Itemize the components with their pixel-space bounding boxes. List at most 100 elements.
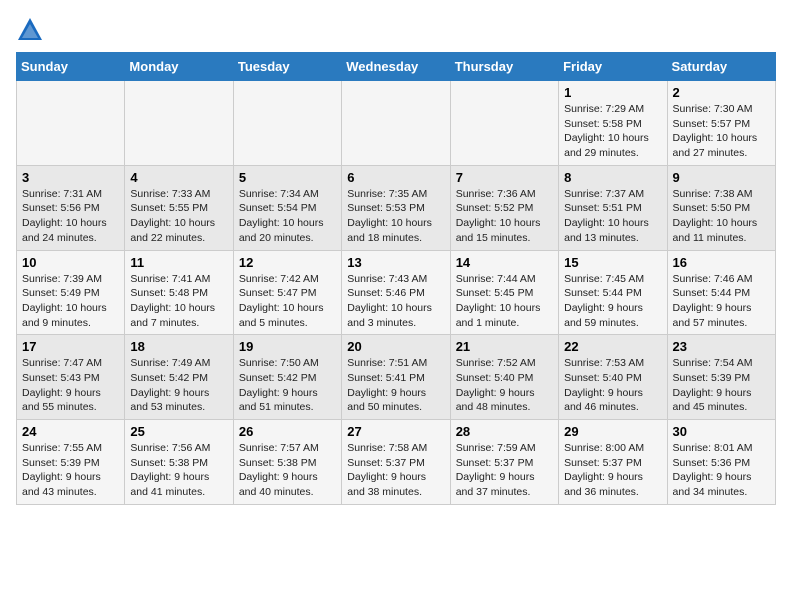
calendar-day-cell: [17, 81, 125, 166]
day-number: 15: [564, 255, 661, 270]
day-number: 24: [22, 424, 119, 439]
calendar-day-cell: 18 Sunrise: 7:49 AM Sunset: 5:42 PM Dayli…: [125, 335, 233, 420]
day-number: 23: [673, 339, 770, 354]
calendar-day-cell: 9Sunrise: 7:38 AM Sunset: 5:50 PM Daylig…: [667, 165, 775, 250]
calendar-week-row: 17 Sunrise: 7:47 AM Sunset: 5:43 PM Dayli…: [17, 335, 776, 420]
day-number: 7: [456, 170, 553, 185]
day-info: Sunrise: 7:36 AM Sunset: 5:52 PM Dayligh…: [456, 187, 553, 246]
calendar-day-cell: 17 Sunrise: 7:47 AM Sunset: 5:43 PM Dayli…: [17, 335, 125, 420]
day-info: Sunrise: 7:59 AM Sunset: 5:37 PM Dayligh…: [456, 441, 553, 500]
calendar-day-cell: [450, 81, 558, 166]
calendar-day-cell: 10 Sunrise: 7:39 AM Sunset: 5:49 PM Dayli…: [17, 250, 125, 335]
day-number: 20: [347, 339, 444, 354]
calendar-day-cell: 22 Sunrise: 7:53 AM Sunset: 5:40 PM Dayli…: [559, 335, 667, 420]
calendar-day-cell: [233, 81, 341, 166]
day-number: 27: [347, 424, 444, 439]
calendar-day-cell: 15Sunrise: 7:45 AM Sunset: 5:44 PM Dayli…: [559, 250, 667, 335]
day-number: 19: [239, 339, 336, 354]
day-number: 11: [130, 255, 227, 270]
day-info: Sunrise: 7:50 AM Sunset: 5:42 PM Dayligh…: [239, 356, 336, 415]
day-info: Sunrise: 7:29 AM Sunset: 5:58 PM Dayligh…: [564, 102, 661, 161]
day-number: 12: [239, 255, 336, 270]
calendar-day-cell: 19 Sunrise: 7:50 AM Sunset: 5:42 PM Dayli…: [233, 335, 341, 420]
calendar-day-cell: 26 Sunrise: 7:57 AM Sunset: 5:38 PM Dayli…: [233, 420, 341, 505]
calendar-day-cell: [125, 81, 233, 166]
calendar-header-row: SundayMondayTuesdayWednesdayThursdayFrid…: [17, 53, 776, 81]
calendar-day-cell: 11 Sunrise: 7:41 AM Sunset: 5:48 PM Dayli…: [125, 250, 233, 335]
day-number: 9: [673, 170, 770, 185]
day-info: Sunrise: 7:42 AM Sunset: 5:47 PM Dayligh…: [239, 272, 336, 331]
day-number: 26: [239, 424, 336, 439]
calendar-day-cell: 7 Sunrise: 7:36 AM Sunset: 5:52 PM Daylig…: [450, 165, 558, 250]
day-number: 3: [22, 170, 119, 185]
day-info: Sunrise: 7:43 AM Sunset: 5:46 PM Dayligh…: [347, 272, 444, 331]
day-number: 17: [22, 339, 119, 354]
calendar-day-cell: 12 Sunrise: 7:42 AM Sunset: 5:47 PM Dayli…: [233, 250, 341, 335]
logo: [16, 16, 48, 44]
day-number: 29: [564, 424, 661, 439]
day-number: 30: [673, 424, 770, 439]
day-number: 25: [130, 424, 227, 439]
day-number: 14: [456, 255, 553, 270]
day-info: Sunrise: 7:44 AM Sunset: 5:45 PM Dayligh…: [456, 272, 553, 331]
day-info: Sunrise: 7:55 AM Sunset: 5:39 PM Dayligh…: [22, 441, 119, 500]
day-info: Sunrise: 7:57 AM Sunset: 5:38 PM Dayligh…: [239, 441, 336, 500]
day-of-week-header: Monday: [125, 53, 233, 81]
day-info: Sunrise: 7:47 AM Sunset: 5:43 PM Dayligh…: [22, 356, 119, 415]
day-of-week-header: Tuesday: [233, 53, 341, 81]
calendar-week-row: 24 Sunrise: 7:55 AM Sunset: 5:39 PM Dayli…: [17, 420, 776, 505]
calendar-week-row: 1 Sunrise: 7:29 AM Sunset: 5:58 PM Daylig…: [17, 81, 776, 166]
day-number: 21: [456, 339, 553, 354]
day-info: Sunrise: 7:30 AM Sunset: 5:57 PM Dayligh…: [673, 102, 770, 161]
day-info: Sunrise: 7:35 AM Sunset: 5:53 PM Dayligh…: [347, 187, 444, 246]
day-number: 10: [22, 255, 119, 270]
calendar-day-cell: 23 Sunrise: 7:54 AM Sunset: 5:39 PM Dayli…: [667, 335, 775, 420]
calendar-day-cell: 5 Sunrise: 7:34 AM Sunset: 5:54 PM Daylig…: [233, 165, 341, 250]
day-number: 2: [673, 85, 770, 100]
day-number: 8: [564, 170, 661, 185]
day-number: 22: [564, 339, 661, 354]
calendar-day-cell: [342, 81, 450, 166]
calendar-day-cell: 16 Sunrise: 7:46 AM Sunset: 5:44 PM Dayli…: [667, 250, 775, 335]
day-of-week-header: Wednesday: [342, 53, 450, 81]
day-info: Sunrise: 7:37 AM Sunset: 5:51 PM Dayligh…: [564, 187, 661, 246]
day-info: Sunrise: 7:31 AM Sunset: 5:56 PM Dayligh…: [22, 187, 119, 246]
day-number: 6: [347, 170, 444, 185]
day-info: Sunrise: 7:52 AM Sunset: 5:40 PM Dayligh…: [456, 356, 553, 415]
calendar-day-cell: 28 Sunrise: 7:59 AM Sunset: 5:37 PM Dayli…: [450, 420, 558, 505]
calendar-day-cell: 2 Sunrise: 7:30 AM Sunset: 5:57 PM Daylig…: [667, 81, 775, 166]
calendar-day-cell: 27Sunrise: 7:58 AM Sunset: 5:37 PM Dayli…: [342, 420, 450, 505]
day-of-week-header: Thursday: [450, 53, 558, 81]
calendar-day-cell: 4 Sunrise: 7:33 AM Sunset: 5:55 PM Daylig…: [125, 165, 233, 250]
page-header: [16, 16, 776, 44]
day-info: Sunrise: 8:00 AM Sunset: 5:37 PM Dayligh…: [564, 441, 661, 500]
day-info: Sunrise: 7:34 AM Sunset: 5:54 PM Dayligh…: [239, 187, 336, 246]
logo-icon: [16, 16, 44, 44]
day-number: 16: [673, 255, 770, 270]
calendar-day-cell: 25 Sunrise: 7:56 AM Sunset: 5:38 PM Dayli…: [125, 420, 233, 505]
calendar-day-cell: 29 Sunrise: 8:00 AM Sunset: 5:37 PM Dayli…: [559, 420, 667, 505]
day-info: Sunrise: 7:49 AM Sunset: 5:42 PM Dayligh…: [130, 356, 227, 415]
day-info: Sunrise: 7:46 AM Sunset: 5:44 PM Dayligh…: [673, 272, 770, 331]
calendar-table: SundayMondayTuesdayWednesdayThursdayFrid…: [16, 52, 776, 505]
calendar-day-cell: 30 Sunrise: 8:01 AM Sunset: 5:36 PM Dayli…: [667, 420, 775, 505]
day-info: Sunrise: 7:54 AM Sunset: 5:39 PM Dayligh…: [673, 356, 770, 415]
day-info: Sunrise: 7:56 AM Sunset: 5:38 PM Dayligh…: [130, 441, 227, 500]
calendar-day-cell: 1 Sunrise: 7:29 AM Sunset: 5:58 PM Daylig…: [559, 81, 667, 166]
calendar-body: 1 Sunrise: 7:29 AM Sunset: 5:58 PM Daylig…: [17, 81, 776, 505]
day-info: Sunrise: 7:41 AM Sunset: 5:48 PM Dayligh…: [130, 272, 227, 331]
day-number: 1: [564, 85, 661, 100]
day-number: 5: [239, 170, 336, 185]
day-info: Sunrise: 8:01 AM Sunset: 5:36 PM Dayligh…: [673, 441, 770, 500]
calendar-week-row: 10 Sunrise: 7:39 AM Sunset: 5:49 PM Dayli…: [17, 250, 776, 335]
day-number: 4: [130, 170, 227, 185]
day-of-week-header: Sunday: [17, 53, 125, 81]
day-info: Sunrise: 7:33 AM Sunset: 5:55 PM Dayligh…: [130, 187, 227, 246]
day-number: 18: [130, 339, 227, 354]
calendar-day-cell: 21 Sunrise: 7:52 AM Sunset: 5:40 PM Dayli…: [450, 335, 558, 420]
day-info: Sunrise: 7:39 AM Sunset: 5:49 PM Dayligh…: [22, 272, 119, 331]
day-of-week-header: Friday: [559, 53, 667, 81]
calendar-day-cell: 8 Sunrise: 7:37 AM Sunset: 5:51 PM Daylig…: [559, 165, 667, 250]
day-number: 28: [456, 424, 553, 439]
day-info: Sunrise: 7:53 AM Sunset: 5:40 PM Dayligh…: [564, 356, 661, 415]
